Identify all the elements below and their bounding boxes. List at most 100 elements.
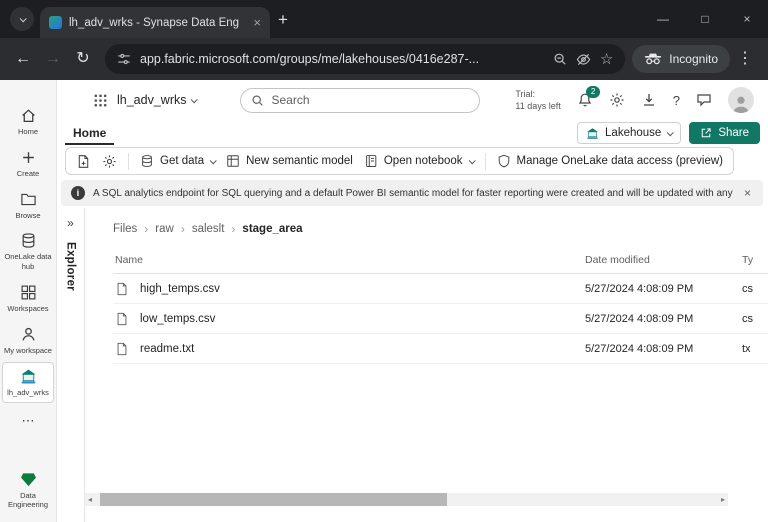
- table-row[interactable]: high_temps.csv 5/27/2024 4:08:09 PM cs: [113, 274, 768, 304]
- column-header-type[interactable]: Ty: [742, 254, 753, 266]
- workspace-selector[interactable]: lh_adv_wrks: [117, 93, 186, 107]
- share-icon: [700, 127, 712, 139]
- banner-close-icon[interactable]: ×: [742, 186, 753, 200]
- chevron-right-icon: ›: [231, 222, 236, 236]
- explorer-pane-title: Explorer: [64, 242, 77, 292]
- breadcrumb-item-files[interactable]: Files: [113, 223, 137, 235]
- data-engineering-icon: [20, 471, 37, 488]
- tab-home[interactable]: Home: [65, 122, 115, 145]
- chevron-right-icon: ›: [180, 222, 185, 236]
- content-area: » Explorer Files › raw › saleslt › stage…: [57, 208, 768, 522]
- browser-titlebar: lh_adv_wrks - Synapse Data Eng × + — □ ×: [0, 0, 768, 38]
- divider: [484, 152, 486, 170]
- synapse-favicon-icon: [49, 16, 62, 29]
- file-modified: 5/27/2024 4:08:09 PM: [585, 283, 694, 295]
- file-modified: 5/27/2024 4:08:09 PM: [585, 343, 694, 355]
- breadcrumb-item-raw[interactable]: raw: [155, 223, 174, 235]
- ribbon-toolbar: Get data New semantic model Open noteboo…: [57, 146, 768, 178]
- feedback-icon[interactable]: [696, 92, 712, 108]
- file-type: tx: [742, 343, 751, 355]
- new-semantic-model-button[interactable]: New semantic model: [226, 154, 353, 168]
- get-data-button[interactable]: Get data: [140, 154, 217, 168]
- window-close-button[interactable]: ×: [726, 0, 768, 38]
- search-icon: [251, 94, 264, 107]
- fabric-app: Home Create Browse OneLake data hub Work…: [0, 80, 768, 522]
- open-notebook-label: Open notebook: [383, 155, 463, 167]
- window-minimize-button[interactable]: —: [642, 0, 684, 38]
- open-notebook-button[interactable]: Open notebook: [364, 154, 476, 168]
- window-maximize-button[interactable]: □: [684, 0, 726, 38]
- scrollbar-thumb[interactable]: [100, 493, 448, 506]
- sidebar-item-home[interactable]: Home: [2, 102, 54, 141]
- trial-label: Trial:: [515, 88, 536, 99]
- sidebar-item-my-workspace[interactable]: My workspace: [2, 321, 54, 360]
- address-bar[interactable]: app.fabric.microsoft.com/groups/me/lakeh…: [105, 44, 626, 74]
- incognito-badge: Incognito: [632, 45, 730, 73]
- account-avatar[interactable]: [728, 87, 754, 113]
- sidebar-item-browse[interactable]: Browse: [2, 186, 54, 225]
- table-row[interactable]: low_temps.csv 5/27/2024 4:08:09 PM cs: [113, 304, 768, 334]
- notification-badge: 2: [586, 86, 600, 98]
- nav-rail: Home Create Browse OneLake data hub Work…: [0, 80, 57, 522]
- sidebar-item-workspaces[interactable]: Workspaces: [2, 279, 54, 318]
- app-header: lh_adv_wrks Trial: 11 days left: [57, 80, 768, 120]
- refresh-button[interactable]: ↻: [68, 51, 98, 67]
- table-header: Name Date modified Ty: [113, 248, 768, 274]
- site-info-icon[interactable]: [117, 52, 131, 66]
- browser-menu-button[interactable]: ⋮: [730, 51, 760, 67]
- file-name[interactable]: readme.txt: [140, 343, 194, 355]
- notifications-button[interactable]: 2: [577, 86, 600, 108]
- tab-search-button[interactable]: [10, 7, 34, 31]
- manage-onelake-access-label: Manage OneLake data access (preview): [516, 155, 723, 167]
- search-box[interactable]: [240, 87, 481, 113]
- file-icon: [115, 312, 129, 326]
- file-name[interactable]: high_temps.csv: [140, 283, 220, 295]
- sidebar-item-onelake-data-hub[interactable]: OneLake data hub: [2, 227, 54, 276]
- horizontal-scrollbar[interactable]: ◂ ▸: [85, 493, 728, 506]
- waffle-icon[interactable]: [93, 93, 108, 108]
- manage-onelake-access-button[interactable]: Manage OneLake data access (preview): [497, 154, 723, 168]
- forward-button[interactable]: →: [38, 51, 68, 67]
- bookmark-star-icon[interactable]: ☆: [600, 52, 613, 67]
- get-data-label: Get data: [160, 155, 205, 167]
- chevron-down-icon: [19, 14, 27, 22]
- file-type: cs: [742, 313, 753, 325]
- column-header-modified[interactable]: Date modified: [585, 254, 650, 266]
- download-icon[interactable]: [641, 92, 657, 108]
- settings-gear-icon[interactable]: [102, 154, 117, 169]
- table-row[interactable]: readme.txt 5/27/2024 4:08:09 PM tx: [113, 334, 768, 364]
- scroll-right-arrow[interactable]: ▸: [721, 495, 725, 504]
- incognito-label: Incognito: [669, 52, 718, 66]
- help-button[interactable]: ?: [673, 94, 680, 107]
- file-icon: [115, 342, 129, 356]
- browser-tab[interactable]: lh_adv_wrks - Synapse Data Eng ×: [40, 7, 270, 38]
- sidebar-more-button[interactable]: ⋯: [2, 406, 54, 435]
- sidebar-item-data-engineering[interactable]: Data Engineering: [2, 466, 54, 515]
- info-icon: i: [71, 186, 85, 200]
- zoom-out-icon[interactable]: [553, 52, 567, 66]
- column-header-name[interactable]: Name: [115, 254, 143, 266]
- expand-pane-button[interactable]: »: [67, 216, 74, 230]
- ribbon-tab-row: Home Lakehouse Share: [57, 120, 768, 146]
- eye-off-icon[interactable]: [576, 52, 591, 67]
- scroll-left-arrow[interactable]: ◂: [88, 495, 92, 504]
- share-button[interactable]: Share: [689, 122, 760, 144]
- lakehouse-icon: [586, 127, 599, 140]
- file-name[interactable]: low_temps.csv: [140, 313, 215, 325]
- sidebar-item-lakehouse-selected[interactable]: lh_adv_wrks: [2, 362, 54, 403]
- file-icon: [115, 282, 129, 296]
- breadcrumb: Files › raw › saleslt › stage_area: [113, 222, 768, 236]
- browser-toolbar: ← → ↻ app.fabric.microsoft.com/groups/me…: [0, 38, 768, 80]
- main-area: lh_adv_wrks Trial: 11 days left: [57, 80, 768, 522]
- new-item-button[interactable]: [76, 154, 91, 169]
- chevron-down-icon: [468, 156, 476, 164]
- lakehouse-mode-selector[interactable]: Lakehouse: [577, 122, 682, 144]
- sidebar-item-create[interactable]: Create: [2, 144, 54, 183]
- settings-gear-icon[interactable]: [609, 92, 625, 108]
- back-button[interactable]: ←: [8, 51, 38, 67]
- search-input[interactable]: [271, 93, 470, 107]
- breadcrumb-item-saleslt[interactable]: saleslt: [192, 223, 225, 235]
- tab-close-icon[interactable]: ×: [253, 16, 261, 29]
- new-tab-button[interactable]: +: [278, 11, 288, 28]
- trial-status: Trial: 11 days left: [515, 88, 560, 112]
